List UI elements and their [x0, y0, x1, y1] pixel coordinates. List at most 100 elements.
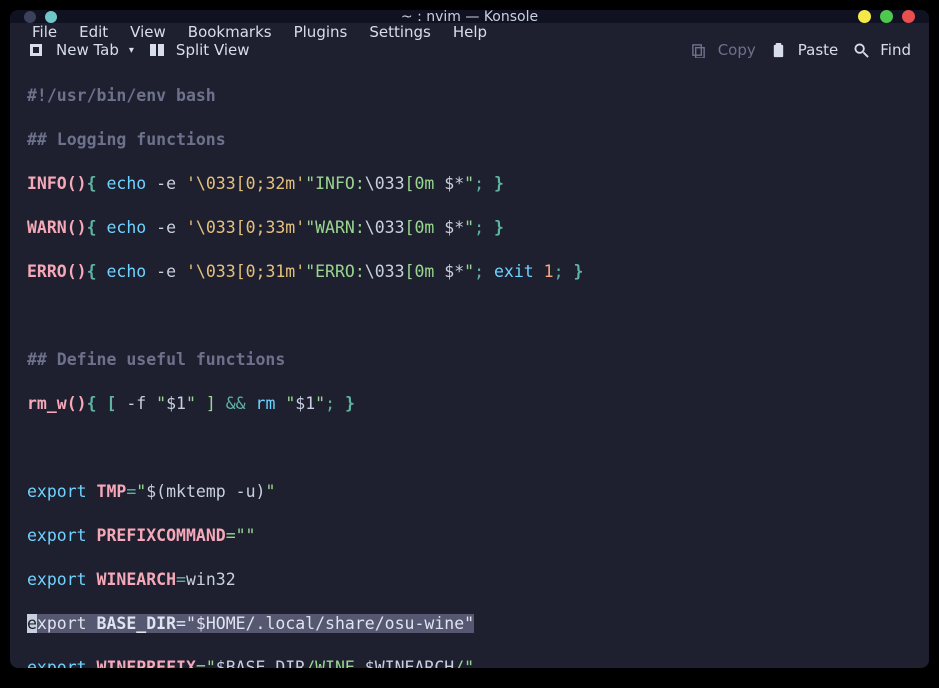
var: $WINEARCH	[365, 658, 454, 668]
str: "WARN:	[305, 218, 365, 237]
kw: xport	[37, 614, 97, 633]
menu-bookmarks[interactable]: Bookmarks	[188, 23, 272, 41]
punc: ;	[325, 394, 345, 413]
paste-button[interactable]: Paste	[770, 41, 839, 59]
var: $1	[166, 394, 186, 413]
str: [0m	[405, 174, 445, 193]
kw: export	[27, 570, 97, 589]
var: $*	[444, 262, 464, 281]
str: "	[464, 218, 474, 237]
fn-name: rm_w()	[27, 394, 87, 413]
str: "	[156, 394, 166, 413]
brace: {	[87, 218, 97, 237]
punc: ;	[474, 218, 494, 237]
cmd: echo	[97, 174, 157, 193]
titlebar-left-controls	[24, 11, 57, 23]
titlebar-dot-icon	[24, 11, 36, 23]
var: BASE_DIR	[97, 614, 176, 633]
str: "ERRO:	[305, 262, 365, 281]
kw: export	[27, 658, 97, 668]
punc: =	[176, 570, 186, 589]
flag: -e	[156, 218, 186, 237]
str: '\033[0;31m'	[186, 262, 305, 281]
find-button[interactable]: Find	[852, 41, 911, 59]
brace: }	[345, 394, 355, 413]
minimize-button[interactable]	[858, 10, 871, 23]
split-view-button[interactable]: Split View	[148, 41, 250, 59]
var: $*	[444, 174, 464, 193]
traffic-lights	[858, 10, 915, 23]
maximize-button[interactable]	[880, 10, 893, 23]
menu-plugins[interactable]: Plugins	[294, 23, 348, 41]
brace: }	[494, 174, 504, 193]
paste-icon	[770, 41, 788, 59]
new-tab-icon	[28, 41, 46, 59]
titlebar-dot-icon	[45, 11, 57, 23]
str: '\033[0;33m'	[186, 218, 305, 237]
code-comment: ## Logging functions	[27, 130, 226, 149]
str: "INFO:	[305, 174, 365, 193]
punc: ;	[554, 262, 574, 281]
str: "	[464, 174, 474, 193]
val: win32	[186, 570, 236, 589]
brace: }	[573, 262, 583, 281]
str: [0m	[405, 218, 445, 237]
copy-icon	[690, 41, 708, 59]
kw: export	[27, 526, 97, 545]
split-view-icon	[148, 41, 166, 59]
fn-name: INFO()	[27, 174, 87, 193]
menu-edit[interactable]: Edit	[79, 23, 108, 41]
paste-label: Paste	[798, 41, 839, 59]
flag: -e	[156, 174, 186, 193]
cmd: mktemp -u	[166, 482, 255, 501]
esc: \033	[365, 218, 405, 237]
punc: =	[126, 482, 136, 501]
var: TMP	[97, 482, 127, 501]
editor-area[interactable]: #!/usr/bin/env bash ## Logging functions…	[10, 59, 929, 668]
str: =""	[226, 526, 256, 545]
copy-label: Copy	[718, 41, 756, 59]
cursor: e	[27, 614, 37, 633]
cmd: rm	[256, 394, 286, 413]
titlebar: ~ : nvim — Konsole	[10, 10, 929, 23]
str: "	[186, 614, 196, 633]
menu-help[interactable]: Help	[453, 23, 487, 41]
toolbar: New Tab ▾ Split View Copy Paste F	[10, 41, 929, 59]
cmd: echo	[97, 218, 157, 237]
new-tab-label: New Tab	[56, 41, 119, 59]
var: $HOME	[196, 614, 246, 633]
str: /"	[454, 658, 474, 668]
menubar: File Edit View Bookmarks Plugins Setting…	[10, 23, 929, 41]
str: "	[285, 394, 295, 413]
op: &&	[226, 394, 256, 413]
str: "	[464, 262, 474, 281]
cmd: exit	[494, 262, 544, 281]
punc: ;	[474, 262, 494, 281]
close-button[interactable]	[902, 10, 915, 23]
punc: ;	[474, 174, 494, 193]
brace: }	[494, 218, 504, 237]
var: $1	[295, 394, 315, 413]
str: "	[265, 482, 275, 501]
flag: -e	[156, 262, 186, 281]
new-tab-button[interactable]: New Tab ▾	[28, 41, 134, 59]
var: $*	[444, 218, 464, 237]
menu-settings[interactable]: Settings	[369, 23, 431, 41]
str: " ]	[186, 394, 226, 413]
copy-button[interactable]: Copy	[690, 41, 756, 59]
esc: \033	[365, 262, 405, 281]
str: "	[136, 482, 146, 501]
punc: =	[176, 614, 186, 633]
esc: \033	[365, 174, 405, 193]
var: WINEARCH	[97, 570, 176, 589]
str: /.local/share/osu-wine"	[246, 614, 474, 633]
brace: { [	[87, 394, 127, 413]
dropdown-icon: ▾	[129, 45, 134, 56]
selected-line: export BASE_DIR="$HOME/.local/share/osu-…	[12, 613, 927, 635]
menu-file[interactable]: File	[32, 23, 57, 41]
kw: export	[27, 482, 97, 501]
cmd: echo	[97, 262, 157, 281]
str: /WINE.	[305, 658, 365, 668]
menu-view[interactable]: View	[130, 23, 166, 41]
var: WINEPREFIX	[97, 658, 196, 668]
